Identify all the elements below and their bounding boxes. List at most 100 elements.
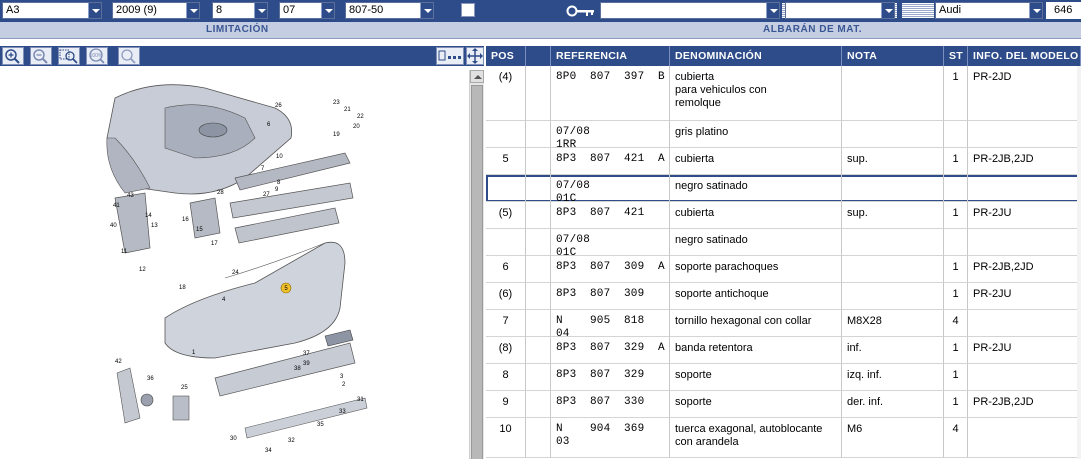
cell-reference: 07/08 01C: [551, 175, 670, 202]
col-header-note[interactable]: NOTA: [842, 46, 944, 66]
chevron-down-icon[interactable]: [1029, 3, 1042, 18]
diagram-scrollbar[interactable]: [469, 70, 484, 459]
cell-pos: (4): [486, 66, 526, 121]
cell-pos: 7: [486, 310, 526, 337]
chevron-down-icon[interactable]: [254, 3, 267, 18]
table-scrollbar[interactable]: [1077, 66, 1081, 459]
cell-description: soporte antichoque: [670, 283, 842, 310]
cell-qty: [944, 121, 968, 148]
table-row[interactable]: (4) 8P0 807 397 Bcubierta para vehiculos …: [486, 66, 1081, 121]
zoom-out-icon[interactable]: [30, 47, 52, 65]
diagram-label: 36: [147, 376, 154, 382]
illustration-select[interactable]: 807-50: [345, 2, 434, 19]
chevron-down-icon[interactable]: [766, 3, 779, 18]
chevron-down-icon[interactable]: [186, 3, 199, 18]
table-row[interactable]: (5) 8P3 807 421 cubierta sup. 1 PR-2JU: [486, 202, 1081, 229]
col-header-model-info[interactable]: INFO. DEL MODELO: [968, 46, 1081, 66]
exploded-parts-diagram[interactable]: 5 23212220192661028 978274143161440151317…: [95, 78, 375, 456]
illustration-value: 807-50: [349, 4, 384, 16]
cell-qty: 1: [944, 256, 968, 283]
cell-blank: [526, 202, 551, 229]
cell-qty: 1: [944, 391, 968, 418]
cell-reference: N 904 369 03: [551, 418, 670, 458]
cell-model-info: PR-2JB,2JD: [968, 391, 1081, 418]
cell-note: inf.: [842, 337, 944, 364]
move-icon[interactable]: [466, 47, 484, 65]
cell-blank: [526, 418, 551, 458]
search-select-2[interactable]: [785, 2, 895, 19]
table-row[interactable]: 5 8P3 807 421 Acubierta sup. 1 PR-2JB,2JD: [486, 148, 1081, 175]
brand-select[interactable]: Audi: [935, 2, 1043, 19]
chevron-down-icon[interactable]: [88, 3, 101, 18]
section-header-bar: LIMITACIÓN ALBARÁN DE MAT.: [0, 22, 1081, 39]
scroll-thumb[interactable]: [471, 85, 483, 459]
diagram-label: 10: [276, 154, 283, 160]
cell-pos: 9: [486, 391, 526, 418]
col-header-pos[interactable]: POS: [486, 46, 526, 66]
diagram-label: 22: [357, 114, 364, 120]
cell-description: tuerca exagonal, autoblocante con arande…: [670, 418, 842, 458]
cell-pos: [486, 121, 526, 148]
cell-reference: 8P3 807 329: [551, 364, 670, 391]
thumbnail-view-icon[interactable]: [436, 47, 464, 65]
option-checkbox[interactable]: [461, 3, 475, 17]
chevron-down-icon[interactable]: [321, 3, 334, 18]
table-row[interactable]: 6 8P3 807 309 Asoporte parachoques 1 PR-2JB…: [486, 256, 1081, 283]
cell-model-info: PR-2JD: [968, 66, 1081, 121]
cell-description: cubierta: [670, 148, 842, 175]
table-row[interactable]: 8 8P3 807 329 soporte izq. inf. 1: [486, 364, 1081, 391]
diagram-label: 39: [303, 361, 310, 367]
cell-description: gris platino: [670, 121, 842, 148]
table-body: (4) 8P0 807 397 Bcubierta para vehiculos …: [486, 66, 1081, 459]
zoom-100-icon[interactable]: 100%: [86, 47, 108, 65]
chevron-down-icon[interactable]: [420, 3, 433, 18]
cell-model-info: PR-2JU: [968, 337, 1081, 364]
sub-group-select[interactable]: 07: [279, 2, 335, 19]
material-list-header: ALBARÁN DE MAT.: [763, 24, 862, 35]
col-header-blank[interactable]: [526, 46, 551, 66]
striped-divider: [902, 3, 934, 18]
table-row[interactable]: 10 N 904 369 03 tuerca exagonal, autobloca…: [486, 418, 1081, 458]
table-row[interactable]: 07/08 1RR gris platino: [486, 121, 1081, 148]
lower-trim-strip: [244, 397, 368, 439]
year-select[interactable]: 2009 (9): [112, 2, 200, 19]
table-row[interactable]: (6) 8P3 807 309 soporte antichoque 1 PR-2JU: [486, 283, 1081, 310]
search-select-1[interactable]: [600, 2, 780, 19]
col-header-qty[interactable]: ST: [944, 46, 968, 66]
chevron-down-icon[interactable]: [881, 3, 894, 18]
zoom-area-icon[interactable]: [58, 47, 80, 65]
cell-blank: [526, 283, 551, 310]
diagram-label: 15: [196, 227, 203, 233]
key-icon[interactable]: [566, 4, 596, 18]
cell-qty: 1: [944, 283, 968, 310]
model-select[interactable]: A3: [2, 2, 102, 19]
cell-qty: [944, 175, 968, 202]
cell-model-info: [968, 364, 1081, 391]
table-row[interactable]: (8) 8P3 807 329 Abanda retentora inf. 1 PR-2…: [486, 337, 1081, 364]
col-header-reference[interactable]: REFERENCIA: [551, 46, 670, 66]
table-row[interactable]: 07/08 01C negro satinado: [486, 229, 1081, 256]
main-group-select[interactable]: 8: [212, 2, 268, 19]
cell-model-info: [968, 121, 1081, 148]
cell-reference: N 905 818 04: [551, 310, 670, 337]
cell-note: sup.: [842, 202, 944, 229]
zoom-fit-icon[interactable]: [118, 47, 140, 65]
table-row[interactable]: 07/08 01C negro satinado: [486, 175, 1081, 202]
main-group-value: 8: [216, 4, 223, 16]
cell-qty: 1: [944, 337, 968, 364]
cell-blank: [526, 148, 551, 175]
side-trim-left: [116, 367, 141, 424]
cell-pos: 6: [486, 256, 526, 283]
table-row[interactable]: 9 8P3 807 330 soporte der. inf. 1 PR-2JB,2JD: [486, 391, 1081, 418]
cell-note: sup.: [842, 148, 944, 175]
table-row[interactable]: 7 N 905 818 04 tornillo hexagonal con coll…: [486, 310, 1081, 337]
diagram-label: 20: [353, 124, 360, 130]
zoom-in-icon[interactable]: [2, 47, 24, 65]
cell-pos: [486, 229, 526, 256]
scroll-up-icon[interactable]: [470, 70, 484, 83]
diagram-label: 18: [179, 285, 186, 291]
col-header-description[interactable]: DENOMINACIÓN: [670, 46, 842, 66]
cell-description: negro satinado: [670, 175, 842, 202]
diagram-label: 25: [181, 385, 188, 391]
diagram-label: 23: [333, 100, 340, 106]
